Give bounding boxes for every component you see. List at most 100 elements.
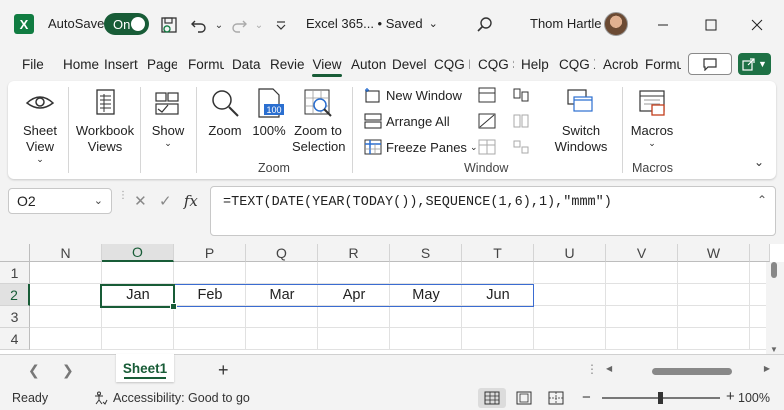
tab-page-layout[interactable]: Page — [147, 50, 177, 78]
cell-t2[interactable]: Jun — [462, 284, 534, 306]
arrange-all-button[interactable]: Arrange All — [364, 113, 450, 129]
macros-button[interactable]: Macros ⌄ — [628, 87, 676, 148]
tab-file[interactable]: File — [22, 50, 48, 78]
tab-review[interactable]: Revie — [270, 50, 306, 78]
switch-windows-button[interactable]: Switch Windows — [546, 87, 616, 155]
accessibility-status[interactable]: Accessibility: Good to go — [94, 391, 250, 405]
zoom-slider-thumb[interactable] — [658, 392, 663, 404]
zoom-out-icon[interactable]: − — [582, 389, 591, 406]
new-window-button[interactable]: New Window — [364, 87, 462, 103]
tab-cqg-f[interactable]: CQG F — [434, 50, 470, 78]
column-header-u[interactable]: U — [534, 244, 606, 262]
split-button[interactable] — [478, 87, 496, 103]
sheet-view-button[interactable]: Sheet View ⌄ — [16, 87, 64, 164]
page-layout-view-button[interactable] — [510, 388, 538, 408]
redo-dropdown-icon[interactable]: ⌄ — [248, 14, 270, 36]
tab-insert[interactable]: Insert — [104, 50, 140, 78]
hide-button[interactable] — [478, 113, 496, 129]
row-header-3[interactable]: 3 — [0, 306, 30, 328]
page-break-preview-button[interactable] — [542, 388, 570, 408]
autosave-toggle[interactable]: On — [104, 13, 149, 35]
enter-icon[interactable]: ✓ — [159, 192, 172, 210]
row-header-2[interactable]: 2 — [0, 284, 30, 306]
zoom-button[interactable]: Zoom — [204, 87, 246, 139]
vertical-scroll-thumb[interactable] — [771, 262, 777, 278]
column-header-w[interactable]: W — [678, 244, 750, 262]
sync-scrolling-button[interactable] — [512, 113, 530, 129]
scroll-left-icon[interactable]: ◀ — [606, 364, 612, 373]
worksheet-grid[interactable]: N O P Q R S T U V W 1 2 3 4 Jan Feb Mar … — [0, 244, 784, 354]
redo-icon[interactable] — [228, 14, 250, 36]
tab-splitter-icon[interactable]: ⋮ — [586, 362, 598, 376]
tab-formulas-2[interactable]: Formu — [645, 50, 681, 78]
grid-cell[interactable] — [102, 262, 174, 284]
previous-sheet-icon[interactable]: ❮ — [28, 362, 40, 379]
show-button[interactable]: Show ⌄ — [146, 87, 190, 148]
grid-cell[interactable] — [462, 306, 534, 328]
formula-bar-grip-icon[interactable]: ⋮ — [118, 191, 128, 201]
grid-cell[interactable] — [462, 262, 534, 284]
column-header-p[interactable]: P — [174, 244, 246, 262]
grid-cell[interactable] — [606, 262, 678, 284]
grid-cell[interactable] — [678, 328, 750, 350]
grid-cell[interactable] — [678, 262, 750, 284]
ribbon-display-options-icon[interactable]: ⌄ — [754, 155, 764, 169]
grid-cell[interactable] — [174, 306, 246, 328]
close-icon[interactable] — [734, 0, 780, 50]
add-sheet-icon[interactable]: + — [218, 360, 229, 381]
row-header-1[interactable]: 1 — [0, 262, 30, 284]
column-header-o[interactable]: O — [102, 244, 174, 262]
tab-cqg-s[interactable]: CQG S — [478, 50, 514, 78]
tab-help[interactable]: Help — [521, 50, 553, 78]
horizontal-scrollbar[interactable]: ◀ ▶ — [606, 364, 770, 378]
grid-cell[interactable] — [534, 306, 606, 328]
maximize-icon[interactable] — [688, 0, 734, 50]
column-header-x[interactable] — [750, 244, 770, 262]
select-all-corner[interactable] — [0, 244, 30, 262]
tab-view[interactable]: View — [310, 50, 344, 78]
grid-cell[interactable] — [102, 328, 174, 350]
cell-q2[interactable]: Mar — [246, 284, 318, 306]
name-box[interactable]: O2 ⌄ — [8, 188, 112, 214]
zoom-slider[interactable] — [602, 392, 720, 404]
formula-input[interactable]: =TEXT(DATE(YEAR(TODAY()),SEQUENCE(1,6),1… — [210, 186, 776, 236]
undo-dropdown-icon[interactable]: ⌄ — [208, 14, 230, 36]
horizontal-scroll-thumb[interactable] — [652, 368, 732, 375]
comments-button[interactable] — [688, 53, 732, 75]
grid-cell[interactable] — [678, 284, 750, 306]
avatar[interactable] — [604, 12, 628, 36]
cell-r2[interactable]: Apr — [318, 284, 390, 306]
vertical-scrollbar[interactable]: ▲ ▼ — [766, 262, 784, 354]
minimize-icon[interactable] — [640, 0, 686, 50]
grid-cell[interactable] — [174, 262, 246, 284]
grid-cell[interactable] — [390, 306, 462, 328]
freeze-panes-button[interactable]: Freeze Panes ⌄ — [364, 139, 477, 155]
tab-developer[interactable]: Devel — [392, 50, 428, 78]
scroll-down-icon[interactable]: ▼ — [770, 345, 778, 354]
grid-cell[interactable] — [534, 262, 606, 284]
grid-cell[interactable] — [678, 306, 750, 328]
tab-data[interactable]: Data — [232, 50, 262, 78]
grid-cell[interactable] — [318, 306, 390, 328]
search-icon[interactable] — [474, 14, 496, 36]
row-header-4[interactable]: 4 — [0, 328, 30, 350]
view-side-by-side-button[interactable] — [512, 87, 530, 103]
grid-cell[interactable] — [30, 284, 102, 306]
grid-cell[interactable] — [462, 328, 534, 350]
column-header-s[interactable]: S — [390, 244, 462, 262]
zoom-100-button[interactable]: 100 100% — [250, 87, 288, 139]
save-icon[interactable] — [158, 14, 180, 36]
tab-cqg-x[interactable]: CQG X — [559, 50, 595, 78]
share-button[interactable]: ▼ — [738, 53, 771, 75]
tab-automate[interactable]: Auton — [351, 50, 387, 78]
collapse-formula-bar-icon[interactable]: ⌃ — [757, 193, 767, 207]
grid-cell[interactable] — [606, 306, 678, 328]
column-header-n[interactable]: N — [30, 244, 102, 262]
sheet-tab-sheet1[interactable]: Sheet1 — [116, 354, 174, 382]
grid-cell[interactable] — [30, 328, 102, 350]
grid-cell[interactable] — [102, 306, 174, 328]
grid-cell[interactable] — [606, 284, 678, 306]
reset-window-position-button[interactable] — [512, 139, 530, 155]
scroll-right-icon[interactable]: ▶ — [764, 364, 770, 373]
column-header-t[interactable]: T — [462, 244, 534, 262]
